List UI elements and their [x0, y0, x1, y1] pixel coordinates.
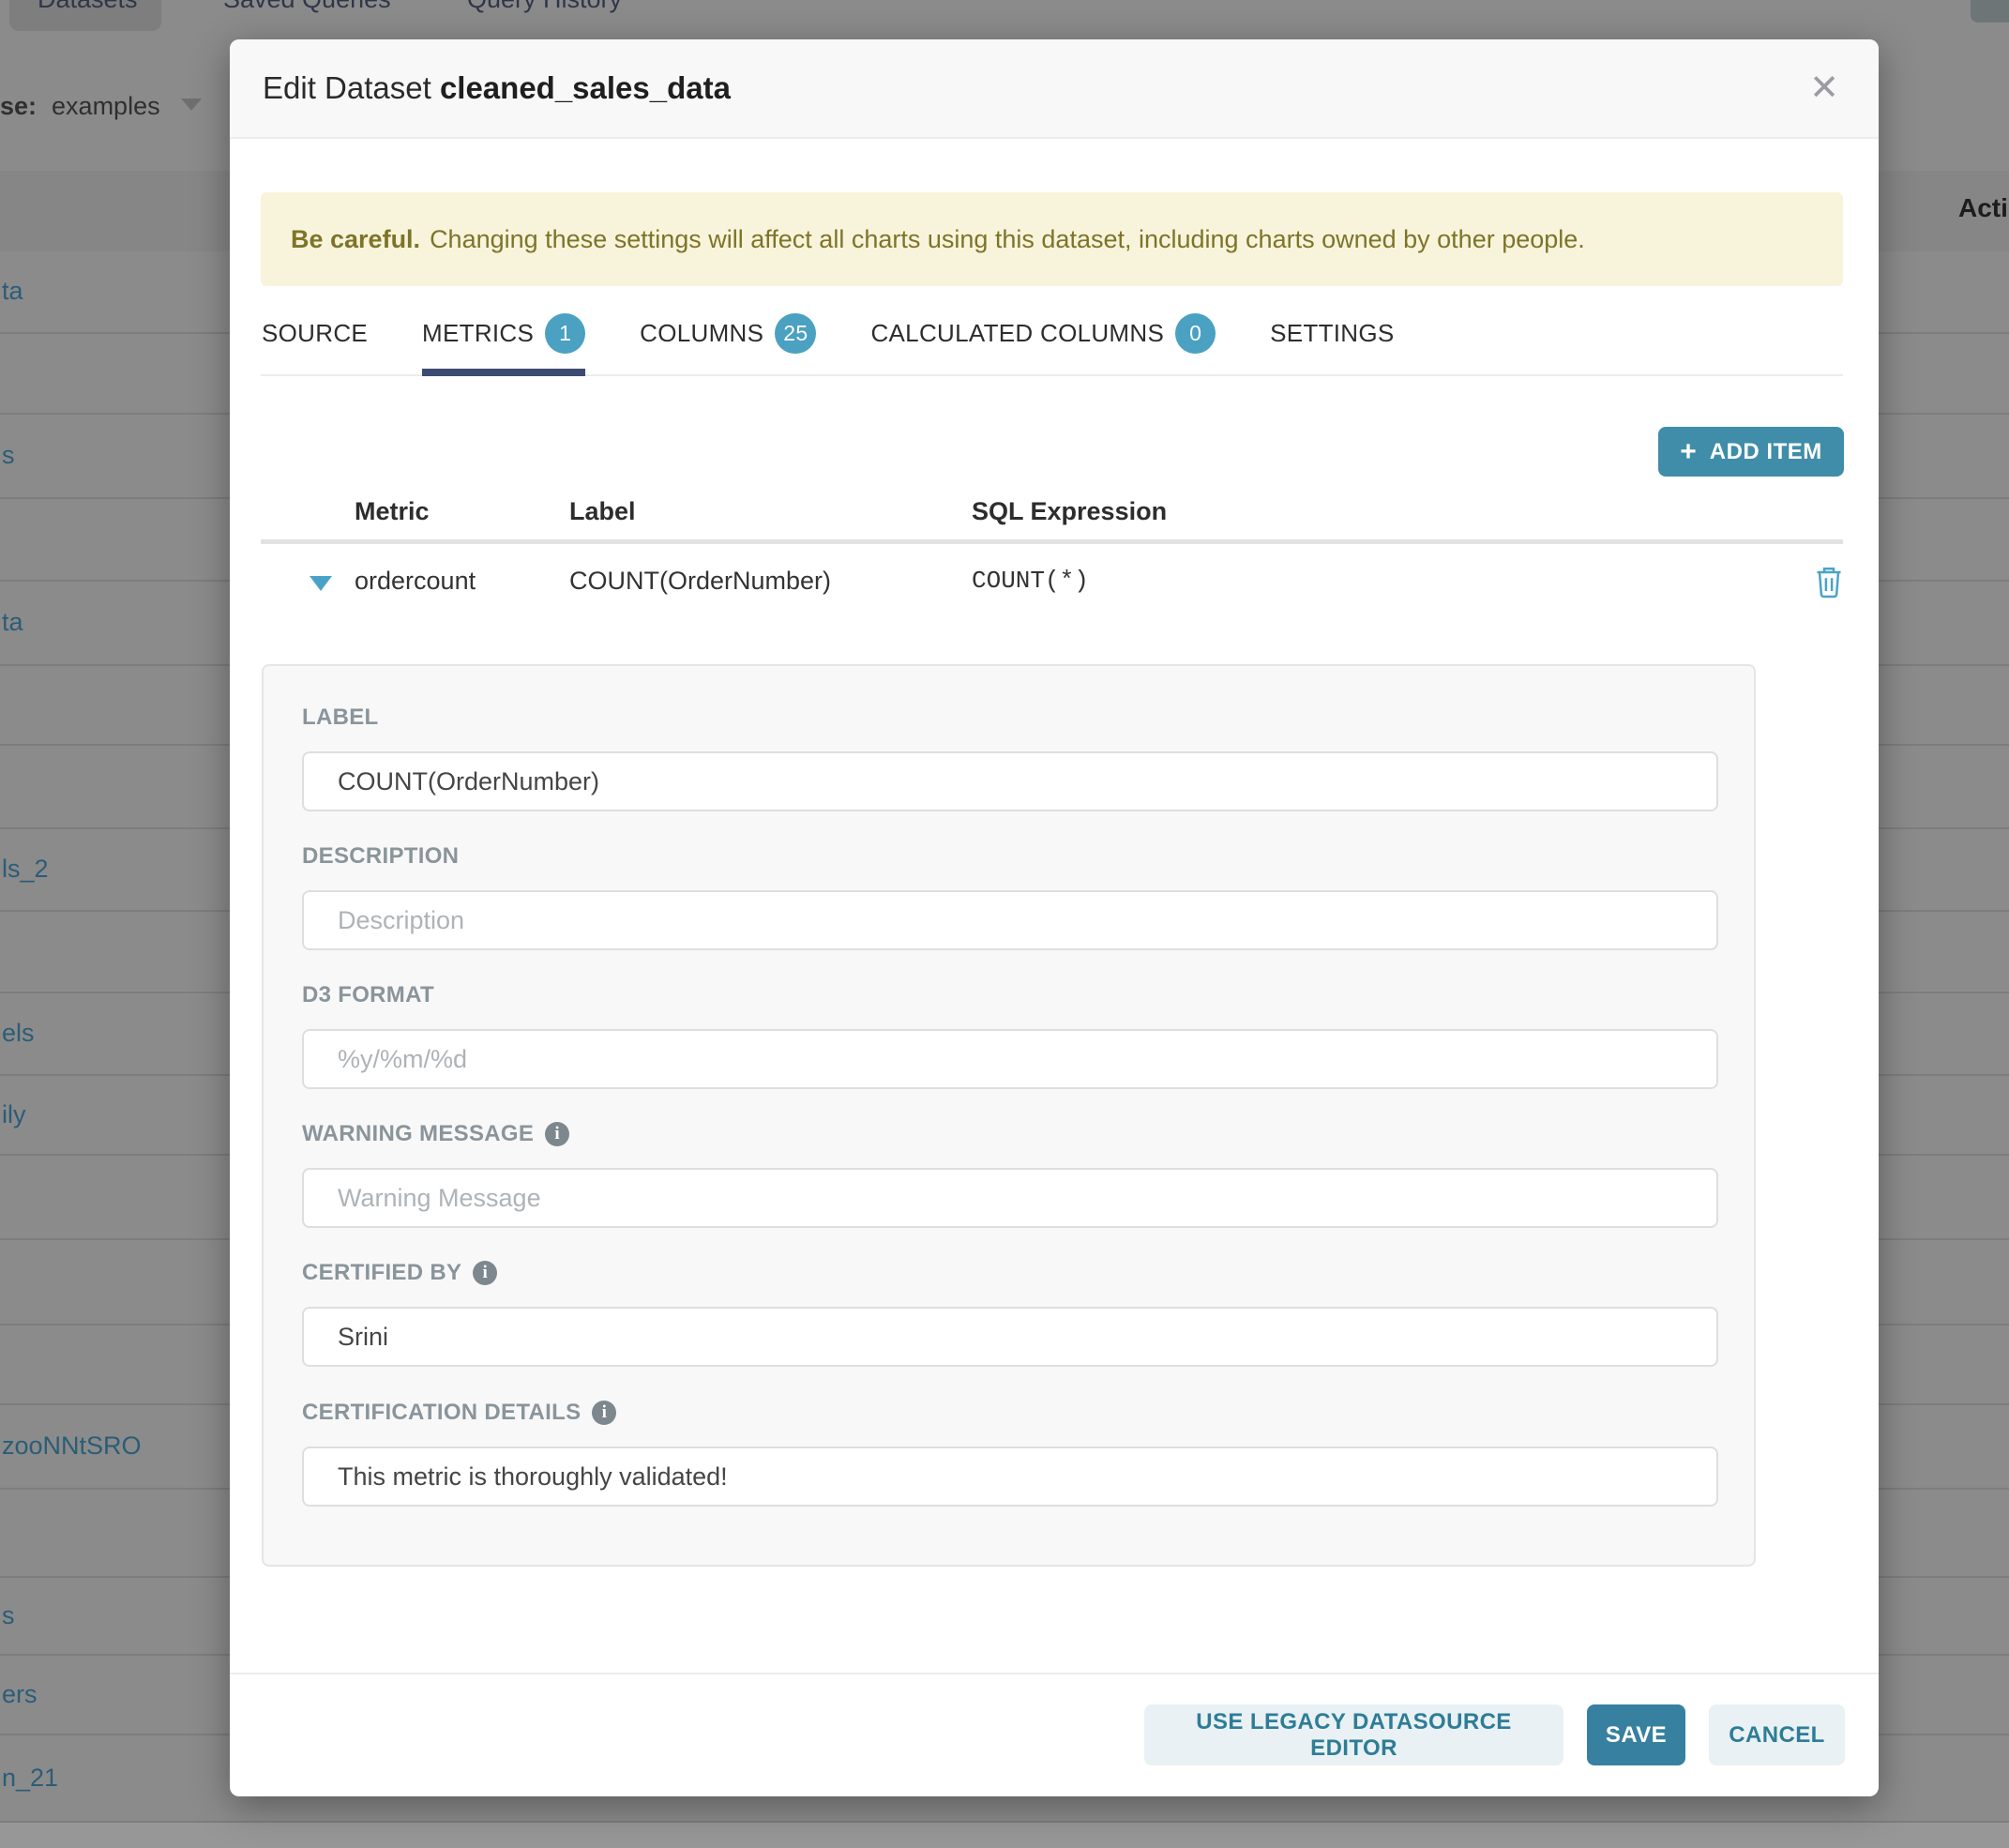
tab-label: SETTINGS — [1270, 319, 1394, 348]
tab-label: CALCULATED COLUMNS — [870, 319, 1164, 348]
active-tab-indicator — [422, 369, 585, 376]
database-filter[interactable]: se: examples — [0, 92, 202, 126]
save-button[interactable]: SAVE — [1587, 1704, 1685, 1765]
dataset-link[interactable]: els — [2, 1019, 35, 1048]
field-label-certification-details: CERTIFICATION DETAILSi — [302, 1400, 616, 1426]
dataset-link[interactable]: n_21 — [2, 1764, 58, 1793]
certified-by-input[interactable] — [302, 1307, 1718, 1367]
column-header-label: Label — [569, 497, 636, 526]
warning-banner-text: Changing these settings will affect all … — [430, 225, 1585, 254]
tab-count-badge: 25 — [775, 313, 816, 354]
pagination-band — [0, 1823, 2009, 1848]
footer-divider — [230, 1673, 1879, 1674]
table-row: ordercount COUNT(OrderNumber) COUNT(*) — [230, 565, 1879, 604]
tab-columns[interactable]: COLUMNS 25 — [640, 313, 816, 354]
table-header-border — [261, 539, 1843, 544]
close-icon[interactable]: ✕ — [1809, 70, 1839, 106]
warning-banner-bold: Be careful. — [291, 225, 420, 254]
description-input[interactable] — [302, 890, 1718, 950]
tab-label: SOURCE — [262, 319, 368, 348]
nav-tab-datasets[interactable]: Datasets — [38, 0, 138, 24]
trash-icon[interactable] — [1815, 565, 1843, 598]
tab-label: METRICS — [422, 319, 534, 348]
tab-settings[interactable]: SETTINGS — [1270, 319, 1394, 348]
nav-tab-saved-queries[interactable]: Saved Queries — [223, 0, 391, 24]
dataset-name: cleaned_sales_data — [440, 70, 731, 105]
modal-header: Edit Dataset cleaned_sales_data ✕ — [230, 39, 1879, 139]
cancel-button[interactable]: CANCEL — [1709, 1704, 1845, 1765]
modal-title: Edit Dataset cleaned_sales_data — [263, 70, 731, 106]
add-item-button[interactable]: + ADD ITEM — [1658, 427, 1844, 477]
column-header-metric: Metric — [355, 497, 430, 526]
tab-bar: SOURCE METRICS 1 COLUMNS 25 CALCULATED COLUMN… — [262, 307, 1395, 359]
warning-banner: Be careful. Changing these settings will… — [261, 192, 1843, 286]
dataset-link[interactable]: ers — [2, 1680, 38, 1709]
column-header-sql-expression: SQL Expression — [972, 497, 1167, 526]
field-label-warning-message: WARNING MESSAGEi — [302, 1121, 569, 1147]
warning-message-input[interactable] — [302, 1168, 1718, 1228]
field-label-label: LABEL — [302, 704, 379, 731]
info-icon[interactable]: i — [592, 1401, 616, 1425]
field-label-d3-format: D3 FORMAT — [302, 982, 434, 1008]
metric-detail-panel: LABEL DESCRIPTION D3 FORMAT WARNING MESSAGE… — [262, 664, 1756, 1567]
certification-details-input[interactable] — [302, 1447, 1718, 1507]
dataset-link[interactable]: ily — [2, 1100, 26, 1129]
edit-dataset-modal: Edit Dataset cleaned_sales_data ✕ Be car… — [230, 39, 1879, 1796]
caret-down-icon[interactable] — [310, 576, 332, 591]
field-label-certified-by: CERTIFIED BYi — [302, 1260, 497, 1286]
dataset-link[interactable]: zooNNtSRO — [2, 1431, 142, 1461]
tab-label: COLUMNS — [640, 319, 763, 348]
database-filter-value: examples — [52, 92, 160, 120]
chevron-down-icon — [181, 98, 202, 111]
plus-icon: + — [1680, 438, 1697, 466]
use-legacy-datasource-editor-button[interactable]: USE LEGACY DATASOURCE EDITOR — [1144, 1704, 1563, 1765]
dataset-link[interactable]: s — [2, 1601, 15, 1630]
tab-source[interactable]: SOURCE — [262, 319, 368, 348]
tab-count-badge: 1 — [545, 313, 585, 354]
metric-label: COUNT(OrderNumber) — [569, 567, 831, 596]
tab-calculated-columns[interactable]: CALCULATED COLUMNS 0 — [870, 313, 1216, 354]
d3-format-input[interactable] — [302, 1029, 1718, 1089]
database-filter-label: se: — [0, 92, 37, 120]
dataset-link[interactable]: ta — [2, 608, 23, 637]
info-icon[interactable]: i — [545, 1122, 569, 1146]
actions-column-header: Actio — [1958, 193, 2009, 223]
dataset-link[interactable]: ls_2 — [2, 855, 49, 884]
metric-sql-expression: COUNT(*) — [972, 567, 1089, 595]
modal-footer: USE LEGACY DATASOURCE EDITOR SAVE CANCEL — [1144, 1704, 1845, 1765]
metric-name: ordercount — [355, 567, 476, 596]
tab-metrics[interactable]: METRICS 1 — [422, 313, 585, 354]
dataset-link[interactable]: ta — [2, 277, 23, 306]
info-icon[interactable]: i — [473, 1261, 497, 1285]
obscured-button[interactable] — [1971, 0, 2009, 23]
nav-tab-query-history[interactable]: Query History — [467, 0, 622, 24]
label-input[interactable] — [302, 751, 1718, 811]
dataset-link[interactable]: s — [2, 441, 15, 470]
field-label-description: DESCRIPTION — [302, 843, 459, 870]
tab-count-badge: 0 — [1175, 313, 1216, 354]
